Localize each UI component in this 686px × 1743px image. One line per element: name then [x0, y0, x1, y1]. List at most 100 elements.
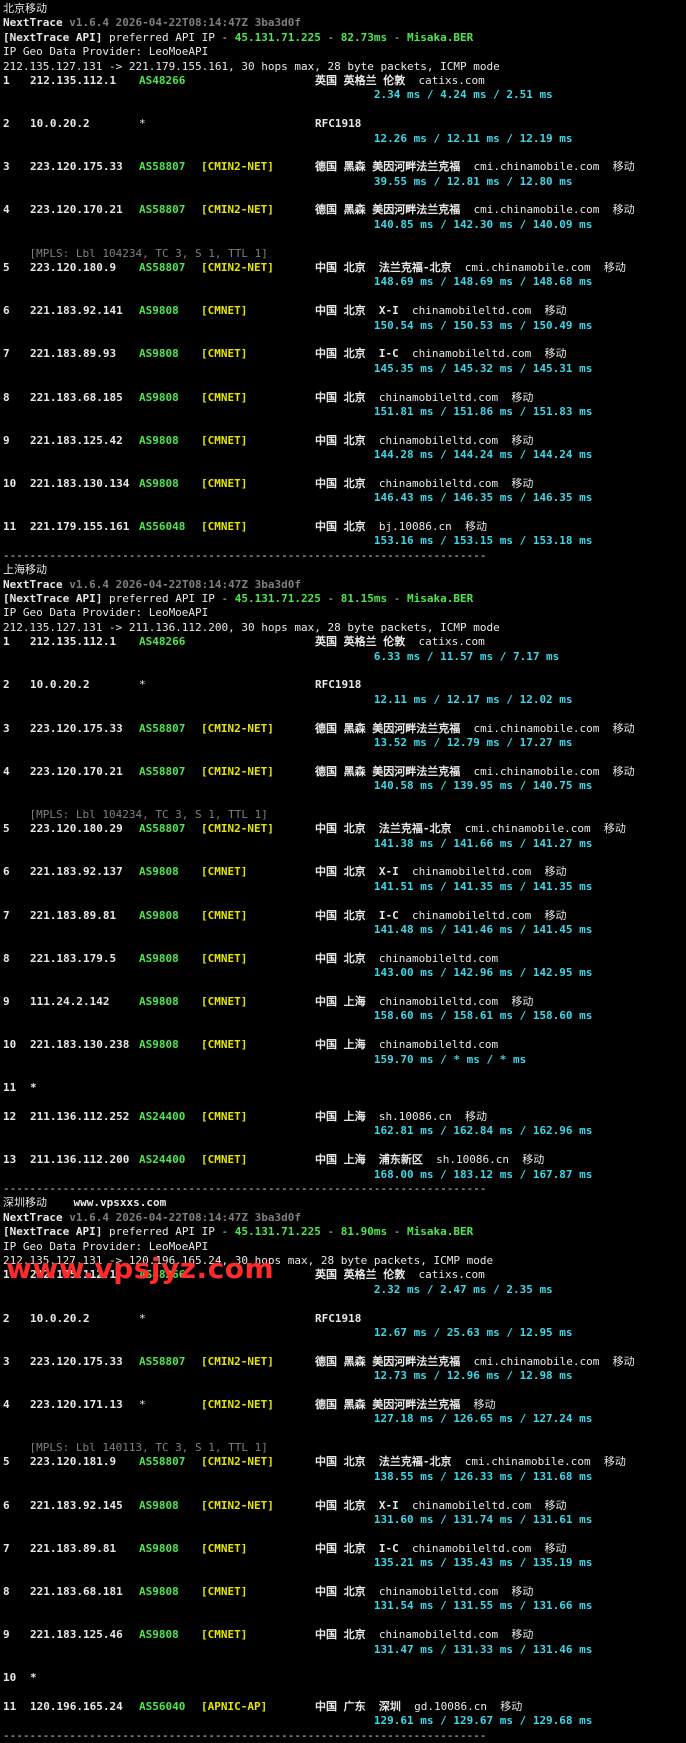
hop-geo: 中国 北京 法兰克福-北京: [315, 261, 452, 275]
hop-host: cmi.chinamobile.com: [473, 721, 600, 735]
hop-network-tag: [CMIN2-NET]: [201, 822, 274, 836]
hop-geo: RFC1918: [315, 678, 362, 692]
hop-rtt: 141.51 ms / 141.35 ms / 141.35 ms: [373, 879, 593, 893]
hop-isp: 移动: [511, 390, 534, 404]
api-prefix: [NextTrace API]: [3, 1225, 103, 1239]
geo-provider: IP Geo Data Provider: LeoMoeAPI: [3, 45, 209, 59]
hop-row[interactable]: 12 211.136.112.252 AS24400 [CMNET] 中国 上海 sh.…: [3, 1110, 686, 1124]
section-separator: ----------------------------------------…: [3, 1728, 487, 1742]
hop-row[interactable]: 3 223.120.175.33 AS58807 [CMIN2-NET] 德国 黑森 美…: [3, 722, 686, 736]
hop-row[interactable]: 1 212.135.112.1 AS48266 英国 英格兰 伦敦 catixs.co…: [3, 635, 686, 649]
hop-host: cmi.chinamobile.com: [464, 822, 591, 836]
hop-geo: 中国 上海 浦东新区: [315, 1153, 423, 1167]
hop-network-tag: [CMNET]: [201, 1038, 248, 1052]
hop-row[interactable]: 2 10.0.20.2 * RFC1918: [3, 678, 686, 692]
hop-row[interactable]: 11 221.179.155.161 AS56048 [CMNET] 中国 北京 bj.…: [3, 520, 686, 534]
hop-row[interactable]: 11 *: [3, 1081, 686, 1095]
hop-geo: 中国 北京 I-C: [315, 1541, 399, 1555]
hop-isp: 移动: [500, 1700, 523, 1714]
hop-row[interactable]: 6 221.183.92.137 AS9808 [CMNET] 中国 北京 X-I ch…: [3, 865, 686, 879]
hop-row[interactable]: 6 221.183.92.141 AS9808 [CMNET] 中国 北京 X-I ch…: [3, 304, 686, 318]
hop-row[interactable]: 11 120.196.165.24 AS56040 [APNIC-AP] 中国 广东 深…: [3, 1700, 686, 1714]
hop-rtt-row: 144.28 ms / 144.24 ms / 144.24 ms: [3, 448, 686, 462]
hop-row[interactable]: 2 10.0.20.2 * RFC1918: [3, 1312, 686, 1326]
hop-row[interactable]: 2 10.0.20.2 * RFC1918: [3, 117, 686, 131]
hop-row[interactable]: 9 221.183.125.46 AS9808 [CMNET] 中国 北京 chinam…: [3, 1628, 686, 1642]
hop-network-tag: [CMNET]: [201, 390, 248, 404]
hop-network-tag: [CMNET]: [201, 1541, 248, 1555]
hop-rtt-row: 6.33 ms / 11.57 ms / 7.17 ms: [3, 650, 686, 664]
hop-row[interactable]: 9 221.183.125.42 AS9808 [CMNET] 中国 北京 chinam…: [3, 434, 686, 448]
hop-geo: 中国 北京 I-C: [315, 908, 399, 922]
hop-row[interactable]: 6 221.183.92.145 AS9808 [CMIN2-NET] 中国 北京 X-…: [3, 1499, 686, 1513]
hop-rtt-row: 12.73 ms / 12.96 ms / 12.98 ms: [3, 1369, 686, 1383]
hop-row[interactable]: 5 223.120.181.9 AS58807 [CMIN2-NET] 中国 北京 法兰…: [3, 1455, 686, 1469]
hop-row[interactable]: 13 211.136.112.200 AS24400 [CMNET] 中国 上海 浦东新…: [3, 1153, 686, 1167]
hop-network-tag: [CMNET]: [201, 865, 248, 879]
hop-row[interactable]: 10 *: [3, 1671, 686, 1685]
hop-isp: 移动: [603, 261, 626, 275]
hop-ip: 111.24.2.142: [30, 994, 110, 1008]
hop-network-tag: [CMNET]: [201, 347, 248, 361]
terminal-output[interactable]: 北京移动 NextTrace v1.6.4 2026-04-22T08:14:47…: [0, 0, 686, 1743]
hop-rtt-row: 140.58 ms / 139.95 ms / 140.75 ms: [3, 779, 686, 793]
hop-row[interactable]: 8 221.183.68.185 AS9808 [CMNET] 中国 北京 chinam…: [3, 391, 686, 405]
hop-isp: 移动: [464, 520, 487, 534]
hop-rtt-row: 145.35 ms / 145.32 ms / 145.31 ms: [3, 362, 686, 376]
hop-row[interactable]: 9 111.24.2.142 AS9808 [CMNET] 中国 上海 chinamob…: [3, 995, 686, 1009]
hop-rtt: 140.85 ms / 142.30 ms / 140.09 ms: [373, 217, 593, 231]
hop-row[interactable]: 7 221.183.89.81 AS9808 [CMNET] 中国 北京 I-C chi…: [3, 1542, 686, 1556]
hop-ip: 212.135.112.1: [30, 635, 117, 649]
hop-number: 9: [3, 1628, 10, 1642]
section-title-text: 深圳移动: [3, 1196, 47, 1210]
hop-asn: AS9808: [139, 865, 179, 879]
api-ip: 45.131.71.225: [234, 1225, 321, 1239]
hop-ip: *: [30, 1671, 37, 1685]
hop-geo: 德国 黑森 美因河畔法兰克福: [315, 160, 461, 174]
hop-host: bj.10086.cn: [378, 520, 452, 534]
hop-rtt-row: 39.55 ms / 12.81 ms / 12.80 ms: [3, 175, 686, 189]
hop-network-tag: [CMNET]: [201, 433, 248, 447]
hop-host: sh.10086.cn: [378, 1110, 452, 1124]
hop-asn: AS9808: [139, 994, 179, 1008]
hop-geo: 中国 北京 法兰克福-北京: [315, 822, 452, 836]
hop-row[interactable]: 4 223.120.171.13 * [CMIN2-NET] 德国 黑森 美因河畔法兰克…: [3, 1398, 686, 1412]
hop-rtt: 131.54 ms / 131.55 ms / 131.66 ms: [373, 1599, 593, 1613]
hop-row[interactable]: 7 221.183.89.81 AS9808 [CMNET] 中国 北京 I-C chi…: [3, 909, 686, 923]
hop-row[interactable]: 1 212.135.112.1 AS48266 英国 英格兰 伦敦 catixs.co…: [3, 74, 686, 88]
hop-ip: 10.0.20.2: [30, 678, 90, 692]
hop-row[interactable]: 5 223.120.180.29 AS58807 [CMIN2-NET] 中国 北京 法…: [3, 822, 686, 836]
hop-number: 11: [3, 1700, 17, 1714]
hop-host: chinamobileltd.com: [412, 865, 532, 879]
hop-row[interactable]: 4 223.120.170.21 AS58807 [CMIN2-NET] 德国 黑森 美…: [3, 203, 686, 217]
hop-row[interactable]: 3 223.120.175.33 AS58807 [CMIN2-NET] 德国 黑森 美…: [3, 160, 686, 174]
hop-ip: 223.120.175.33: [30, 160, 123, 174]
hop-row[interactable]: 8 221.183.179.5 AS9808 [CMNET] 中国 北京 chinamo…: [3, 952, 686, 966]
hop-row[interactable]: 3 223.120.175.33 AS58807 [CMIN2-NET] 德国 黑森 美…: [3, 1355, 686, 1369]
hop-host: chinamobileltd.com: [412, 304, 532, 318]
hop-number: 1: [3, 635, 10, 649]
hop-asn: AS58807: [139, 721, 186, 735]
hop-rtt: 141.38 ms / 141.66 ms / 141.27 ms: [373, 836, 593, 850]
hop-isp: 移动: [511, 1584, 534, 1598]
api-sep: -: [320, 1225, 341, 1239]
hop-row[interactable]: 10 221.183.130.134 AS9808 [CMNET] 中国 北京 chin…: [3, 477, 686, 491]
hop-ip: 221.183.179.5: [30, 951, 117, 965]
hop-row[interactable]: 5 223.120.180.9 AS58807 [CMIN2-NET] 中国 北京 法兰…: [3, 261, 686, 275]
hop-geo: 中国 北京: [315, 520, 366, 534]
hop-row[interactable]: 8 221.183.68.181 AS9808 [CMNET] 中国 北京 chinam…: [3, 1585, 686, 1599]
hop-row[interactable]: 10 221.183.130.238 AS9808 [CMNET] 中国 上海 chin…: [3, 1038, 686, 1052]
hop-ip: 221.183.68.181: [30, 1584, 123, 1598]
hop-row[interactable]: 7 221.183.89.93 AS9808 [CMNET] 中国 北京 I-C chi…: [3, 347, 686, 361]
hop-asn: AS56048: [139, 520, 186, 534]
hop-row[interactable]: 4 223.120.170.21 AS58807 [CMIN2-NET] 德国 黑森 美…: [3, 765, 686, 779]
hop-asn: AS48266: [139, 635, 186, 649]
hop-ip: 223.120.170.21: [30, 764, 123, 778]
hop-rtt-row: 13.52 ms / 12.79 ms / 17.27 ms: [3, 736, 686, 750]
hop-geo: 德国 黑森 美因河畔法兰克福: [315, 764, 461, 778]
hop-number: 10: [3, 1671, 17, 1685]
